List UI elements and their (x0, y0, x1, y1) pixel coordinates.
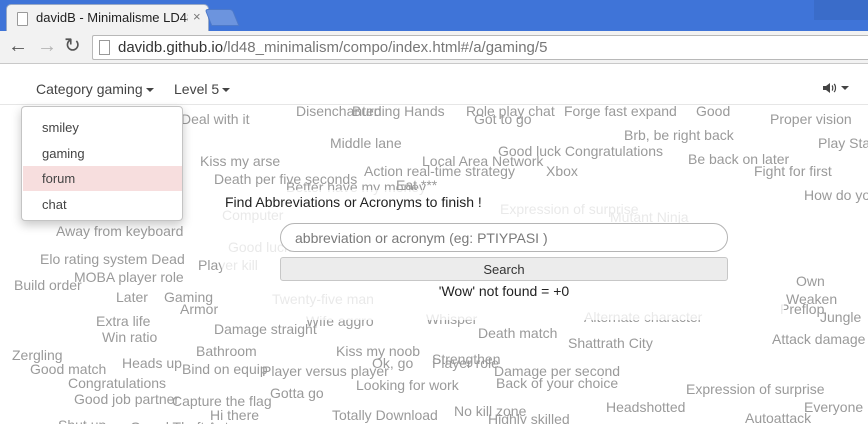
address-bar[interactable]: davidb.github.io/ld48_minimalism/compo/i… (92, 35, 868, 60)
cloud-word: Headshotted (606, 399, 686, 415)
cloud-word: Kiss my arse (200, 153, 281, 169)
menu-item-smiley[interactable]: smiley (23, 115, 182, 140)
caret-down-icon (841, 86, 849, 91)
sound-dropdown[interactable] (822, 79, 849, 95)
game-panel: Find Abbreviations or Acronyms to finish… (222, 190, 784, 320)
cloud-word: Strengthen (432, 351, 501, 367)
cloud-word: Fight for first (754, 163, 832, 179)
category-dropdown-label: Category gaming (36, 81, 143, 97)
window-controls[interactable] (814, 0, 868, 20)
caret-down-icon (145, 88, 154, 93)
cloud-word: Gotta go (270, 385, 324, 401)
url-path: /ld48_minimalism/compo/index.html#/a/gam… (223, 39, 548, 56)
cloud-word: Good job partner (74, 391, 180, 407)
cloud-word: Damage straight (214, 321, 317, 337)
search-button[interactable]: Search (280, 257, 728, 281)
cloud-word: Proper vision (770, 111, 852, 127)
page-favicon-icon (17, 12, 28, 26)
cloud-word: Later (116, 289, 148, 305)
cloud-word: Congratulations (68, 375, 167, 391)
volume-icon (823, 83, 837, 94)
result-status: 'Wow' not found = +0 (438, 283, 570, 299)
cloud-word: Xbox (546, 163, 578, 179)
cloud-word: Shattrath City (568, 335, 653, 351)
acronym-search-input[interactable] (280, 223, 728, 252)
cloud-word: Action real-time strategy (364, 163, 515, 179)
cloud-word: Extra life (96, 313, 151, 329)
menu-item-gaming[interactable]: gaming (23, 141, 182, 166)
game-prompt: Find Abbreviations or Acronyms to finish… (225, 194, 482, 210)
page-icon (99, 40, 110, 55)
cloud-word: Heads up (122, 355, 182, 371)
level-dropdown-label: Level 5 (174, 81, 220, 97)
cloud-word: Jungle (820, 309, 862, 325)
cloud-word: Shut up (58, 417, 106, 424)
cloud-word: Good (696, 105, 731, 119)
new-tab-button[interactable] (204, 9, 240, 26)
cloud-word: Back of your choice (496, 375, 619, 391)
cloud-word: Own (796, 273, 825, 289)
cloud-word: Highly skilled (488, 411, 570, 424)
cloud-word: Attack damage (772, 331, 866, 347)
cloud-word: Burning Hands (352, 105, 445, 119)
cloud-word: Elo rating system Dead (40, 251, 185, 267)
menu-item-chat[interactable]: chat (23, 192, 182, 217)
browser-toolbar: ← → ↻ davidb.github.io/ld48_minimalism/c… (0, 31, 868, 64)
url-host: davidb.github.io (118, 39, 224, 56)
cloud-word: Middle lane (330, 135, 402, 151)
cloud-word: Build order (14, 277, 82, 293)
cloud-word: MOBA player role (74, 269, 184, 285)
cloud-word: Got to go (474, 111, 532, 127)
menu-item-forum[interactable]: forum (23, 166, 182, 191)
cloud-word: Brb, be right back (624, 127, 734, 143)
caret-down-icon (222, 88, 231, 93)
cloud-word: Bind on equip (182, 361, 268, 377)
reload-icon[interactable]: ↻ (64, 36, 81, 56)
cloud-word: Death match (478, 325, 558, 341)
cloud-word: Autoattack (745, 410, 812, 424)
app-navbar: Category gaming Level 5 (0, 65, 868, 105)
cloud-word: Looking for work (356, 377, 459, 393)
cloud-word: Away from keyboard (56, 223, 184, 239)
cloud-word: Preflop (780, 301, 825, 317)
tab-title: davidB - Minimalisme LD48 (36, 10, 188, 25)
cloud-word: Bathroom (196, 343, 257, 359)
cloud-word: Play Station Portable (818, 135, 868, 151)
cloud-word: Armor (180, 301, 219, 317)
browser-tab[interactable]: davidB - Minimalisme LD48 × (6, 4, 209, 32)
category-dropdown[interactable]: Category gaming (36, 81, 154, 97)
cloud-word: Everyone (804, 399, 864, 415)
back-arrow-icon[interactable]: ← (8, 36, 28, 56)
forward-arrow-icon[interactable]: → (37, 36, 57, 56)
cloud-word: Deal with it (181, 111, 250, 127)
cloud-word: Expression of surprise (686, 381, 825, 397)
cloud-word: Totally Download (332, 407, 438, 423)
cloud-word: How do you (804, 187, 868, 203)
cloud-word: Win ratio (102, 329, 158, 345)
url-text: davidb.github.io/ld48_minimalism/compo/i… (118, 39, 547, 56)
cloud-word: Forge fast expand (564, 105, 677, 119)
tab-close-icon[interactable]: × (193, 9, 201, 24)
level-dropdown[interactable]: Level 5 (174, 81, 231, 97)
category-menu: smiley gaming forum chat (21, 106, 183, 221)
browser-tab-strip: davidB - Minimalisme LD48 × (0, 0, 868, 32)
